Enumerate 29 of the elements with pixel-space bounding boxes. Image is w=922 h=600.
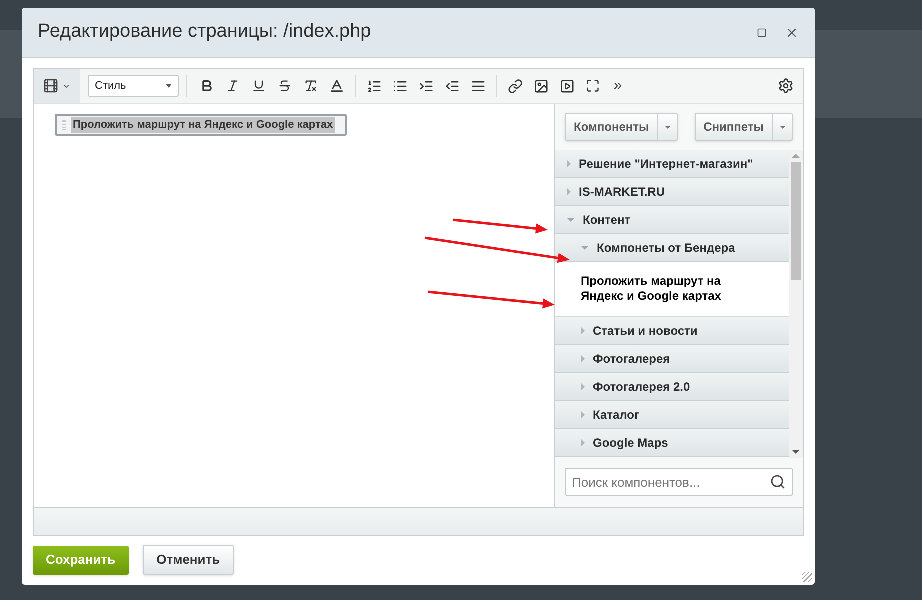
dropdown-caret-icon [780,126,786,128]
maximize-icon[interactable] [757,28,767,38]
film-icon [43,78,59,94]
component-item[interactable]: Проложить маршрут на Яндекс и Google картах [555,262,789,317]
component-title: Проложить маршрут на Яндекс и Google картах [71,116,336,134]
tree-folder-item[interactable]: Решение "Интернет-магазин" [555,150,789,178]
tree-folder-item[interactable]: Компонеты от Бендера [555,234,789,262]
search-field[interactable]: Поиск компонентов... [565,468,793,496]
dropdown-caret-icon [166,84,172,88]
drag-handle-icon [62,120,66,130]
tree-folder-item[interactable]: Фотогалерея 2.0 [555,373,789,401]
scrollbar[interactable] [789,150,803,458]
tree-folder-item[interactable]: Статьи и новости [555,317,789,345]
more-button[interactable]: » [606,73,630,99]
tree-folder-item[interactable]: Контент [555,206,789,234]
component-block[interactable]: Проложить маршрут на Яндекс и Google картах [55,114,348,136]
tree-folder-item[interactable]: Каталог [555,401,789,429]
panel-dropdown-button[interactable]: Сниппеты [694,113,793,141]
cancel-button[interactable]: Отменить [142,545,234,575]
style-select[interactable]: Стиль [88,75,179,97]
dropdown-caret-icon [664,126,671,128]
view-mode-button[interactable] [34,69,80,103]
panel-dropdown-button[interactable]: Компоненты [565,113,678,141]
tree-folder-item[interactable]: Google Maps [555,429,789,457]
resize-grip-icon[interactable] [802,572,812,582]
tree-folder-item[interactable]: Фотогалерея [555,345,789,373]
tree-folder-item[interactable]: IS-MARKET.RU [555,178,789,206]
search-icon[interactable] [770,474,786,490]
dialog-title: Редактирование страницы: /index.php [38,20,372,44]
